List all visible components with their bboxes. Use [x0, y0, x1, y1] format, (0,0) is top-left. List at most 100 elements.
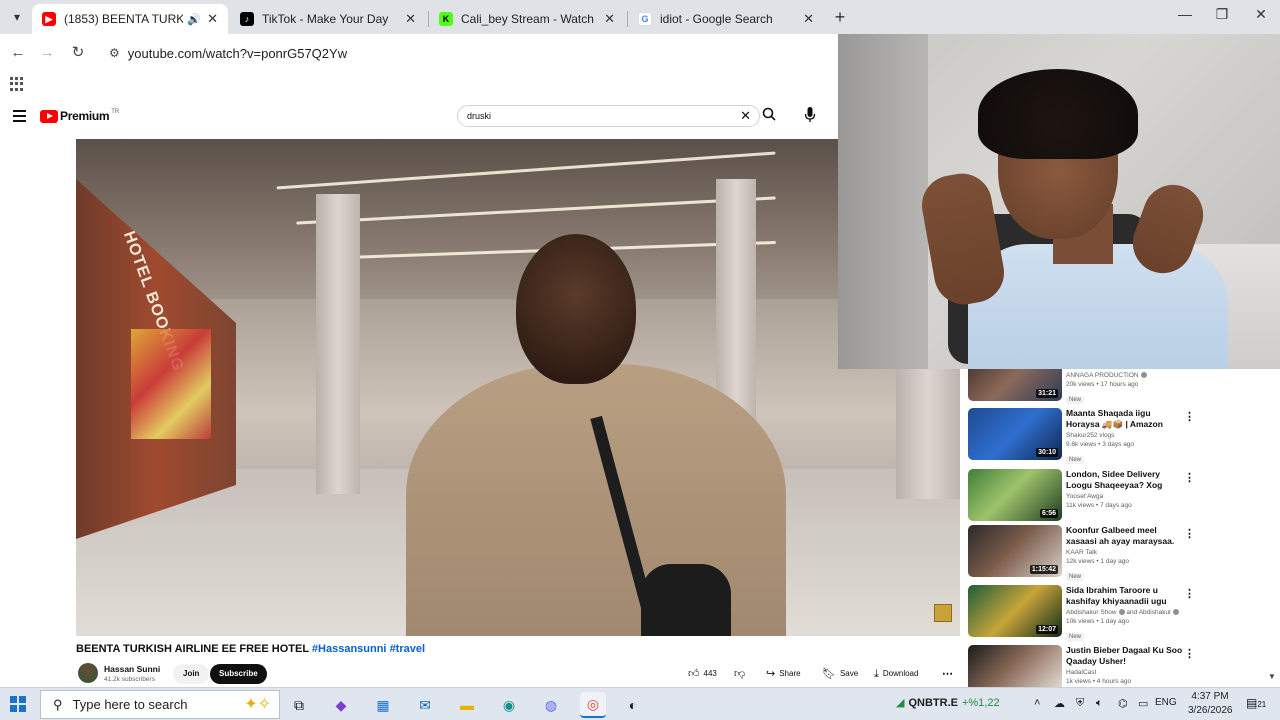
close-tab-icon[interactable]: ✕ [405, 11, 416, 27]
tab-search-button[interactable]: ▾ [6, 6, 28, 28]
store-icon[interactable]: ▦ [370, 692, 396, 718]
more-horizontal-icon: ⋯ [942, 668, 953, 680]
more-options-icon[interactable]: ⋮ [1184, 471, 1195, 484]
country-code: TR [111, 109, 120, 115]
subscribe-button[interactable]: Subscribe [210, 664, 267, 684]
outlook-icon[interactable]: ✉ [412, 692, 438, 718]
shop-window [131, 329, 211, 439]
video-thumbnail[interactable]: 12:07 [968, 585, 1062, 637]
reload-button[interactable]: ↻ [67, 42, 89, 64]
chrome-icon[interactable]: ◎ [580, 692, 606, 718]
apps-grid-icon[interactable] [10, 77, 24, 91]
back-button[interactable]: ← [7, 42, 29, 64]
new-tab-button[interactable]: + [830, 7, 850, 28]
obs-icon[interactable]: ◐ [620, 692, 646, 718]
video-thumbnail[interactable]: 31:21 [968, 369, 1062, 401]
speaker-icon[interactable]: 🔊 [187, 13, 201, 26]
join-button[interactable]: Join [173, 664, 210, 684]
more-options-icon[interactable]: ⋮ [1184, 587, 1195, 600]
dislike-button[interactable]: 👎︎ [734, 664, 745, 684]
channel-name: KAAR Talk [1066, 549, 1097, 556]
share-label: Share [779, 669, 801, 678]
close-tab-icon[interactable]: ✕ [604, 11, 615, 27]
browser-toolbar: ← → ↻ ⚙ youtube.com/watch?v=ponrG57Q2Yw [0, 34, 840, 72]
tab-youtube[interactable]: ▶ (1853) BEENTA TURKISH AIRLINE EE FREE … [32, 4, 228, 34]
video-title: London, Sidee Delivery Loogu Shaqeeyaa? … [1066, 469, 1163, 490]
video-duration: 12:07 [1036, 625, 1058, 634]
video-thumbnail[interactable]: 6:56 [968, 469, 1062, 521]
hashtag-link[interactable]: #Hassansunni [312, 643, 387, 655]
youtube-logo[interactable]: Premium TR [40, 109, 119, 123]
security-icon[interactable]: ⛨ [1076, 697, 1084, 710]
system-clock[interactable]: 4:37 PM 3/26/2026 [1188, 690, 1233, 718]
more-actions-button[interactable]: ⋯ [942, 664, 953, 684]
video-thumbnail[interactable]: 1:15:42 [968, 525, 1062, 577]
more-options-icon[interactable]: ⋮ [1184, 647, 1195, 660]
tab-google[interactable]: G idiot - Google Search ✕ [628, 4, 824, 34]
maximize-button[interactable]: ❐ [1212, 6, 1232, 23]
person-head [516, 234, 636, 384]
close-tab-icon[interactable]: ✕ [803, 11, 814, 27]
onedrive-icon[interactable]: ☁ [1054, 697, 1065, 710]
windows-start-icon[interactable] [10, 696, 26, 712]
avatar[interactable] [78, 663, 98, 683]
video-duration: 6:56 [1039, 509, 1058, 518]
close-tab-icon[interactable]: ✕ [207, 11, 218, 27]
taskbar-search-input[interactable]: ⚲ Type here to search ✦✧ [40, 690, 280, 719]
edge-icon[interactable]: ◉ [496, 692, 522, 718]
webcam-wall [838, 34, 928, 369]
download-button[interactable]: ⤓ Download [874, 664, 918, 684]
tab-strip: ▾ ▶ (1853) BEENTA TURKISH AIRLINE EE FRE… [0, 0, 1280, 34]
site-info-icon[interactable]: ⚙ [109, 46, 120, 60]
language-indicator[interactable]: ENG [1155, 697, 1177, 708]
clear-search-icon[interactable]: ✕ [740, 108, 751, 124]
taskbar-search-placeholder: Type here to search [72, 697, 188, 712]
address-bar[interactable]: ⚙ youtube.com/watch?v=ponrG57Q2Yw [103, 39, 838, 67]
video-info: ANNAGA PRODUCTION 20k views • 17 hours a… [1066, 372, 1186, 406]
google-icon: G [638, 12, 652, 26]
channel-watermark-icon[interactable] [934, 604, 952, 622]
microphone-icon[interactable] [804, 106, 816, 124]
video-player[interactable]: HOTEL BOOKING [76, 139, 960, 636]
video-title: Justin Bieber Dagaal Ku Soo Qaaday Usher… [1066, 645, 1183, 666]
search-icon[interactable] [762, 107, 776, 124]
minimize-button[interactable]: — [1175, 6, 1195, 22]
file-explorer-icon[interactable]: ▬ [454, 692, 480, 718]
share-button[interactable]: ↪ Share [766, 664, 801, 684]
stock-ticker[interactable]: ◢ QNBTR.E +%1,22 [896, 696, 1000, 710]
clock-date: 3/26/2026 [1188, 705, 1233, 716]
hashtag-link[interactable]: #travel [390, 643, 425, 655]
discord-icon[interactable]: ◍ [538, 692, 564, 718]
show-hidden-icons-icon[interactable]: ˄ [1034, 697, 1040, 709]
video-info: Sida Ibrahim Taroore u kashifay khiyaana… [1066, 585, 1186, 643]
channel-name[interactable]: Hassan Sunni [104, 664, 160, 674]
more-options-icon[interactable]: ⋮ [1184, 410, 1195, 423]
copilot-icon[interactable]: ◆ [328, 692, 354, 718]
search-input[interactable]: druski ✕ [457, 105, 760, 127]
network-icon[interactable]: ⌬ [1118, 697, 1128, 710]
menu-icon[interactable] [13, 110, 26, 125]
notification-count: 21 [1257, 700, 1267, 709]
scroll-down-arrow[interactable]: ▼ [1268, 672, 1276, 681]
tab-title: (1853) BEENTA TURKISH AIRLINE EE FREE HO… [64, 12, 184, 26]
notifications-button[interactable]: ▤21 [1246, 696, 1266, 710]
video-thumbnail[interactable]: 30:10 [968, 408, 1062, 460]
video-thumbnail[interactable] [968, 645, 1062, 687]
windows-taskbar: ⚲ Type here to search ✦✧ ⧉ ◆ ▦ ✉ ▬ ◉ ◍ ◎… [0, 687, 1280, 720]
search-icon: ⚲ [53, 696, 63, 712]
like-button[interactable]: 👍︎ 443 [688, 664, 717, 684]
volume-icon[interactable]: 🔈︎ [1096, 697, 1103, 710]
forward-button[interactable]: → [36, 42, 58, 64]
verified-icon [1140, 372, 1147, 379]
url-text: youtube.com/watch?v=ponrG57Q2Yw [127, 45, 348, 61]
display-icon[interactable]: ▭ [1138, 697, 1148, 710]
task-view-icon[interactable]: ⧉ [286, 692, 312, 718]
tab-kick[interactable]: K Cali_bey Stream - Watch Live on Kick ✕ [429, 4, 625, 34]
more-options-icon[interactable]: ⋮ [1184, 527, 1195, 540]
video-info: London, Sidee Delivery Loogu Shaqeeyaa? … [1066, 469, 1186, 509]
video-meta: 10k views • 1 day ago [1066, 618, 1129, 625]
close-window-button[interactable]: ✕ [1251, 6, 1271, 23]
tab-tiktok[interactable]: ♪ TikTok - Make Your Day ✕ [230, 4, 426, 34]
bookmark-icon: 🔖︎ [822, 668, 836, 680]
save-button[interactable]: 🔖︎ Save [822, 664, 858, 684]
